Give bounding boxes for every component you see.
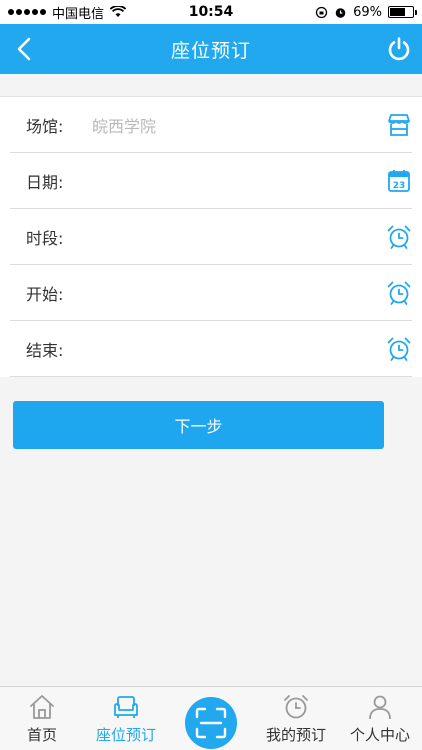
booking-form: 场馆: 皖西学院 日期: 23 时段: 开始: 结束:	[0, 96, 422, 377]
status-bar: 中国电信 10:54 69%	[0, 0, 422, 24]
battery-fill	[390, 8, 406, 16]
power-icon	[388, 37, 410, 61]
scan-icon	[195, 707, 227, 739]
tab-my-bookings-label: 我的预订	[265, 726, 326, 744]
alarm-clock-icon[interactable]	[386, 336, 412, 362]
status-left: 中国电信	[8, 3, 127, 22]
nav-bar: 座位预订	[0, 24, 422, 74]
tab-home-label: 首页	[26, 726, 57, 744]
signal-strength-icon	[8, 9, 46, 15]
timeslot-label: 时段:	[26, 228, 64, 248]
power-button[interactable]	[384, 34, 414, 64]
calendar-icon[interactable]: 23	[386, 168, 412, 194]
end-label: 结束:	[26, 340, 64, 360]
rotation-lock-icon	[315, 6, 328, 18]
status-right: 69%	[315, 4, 417, 20]
person-icon	[369, 695, 391, 720]
alarm-clock-icon	[284, 695, 308, 719]
home-icon	[30, 695, 54, 719]
wifi-icon	[110, 6, 127, 17]
back-button[interactable]	[10, 35, 38, 63]
date-label: 日期:	[26, 172, 64, 192]
next-step-button[interactable]: 下一步	[13, 401, 384, 449]
tab-seat-booking[interactable]: 座位预订	[84, 687, 168, 750]
tab-profile[interactable]: 个人中心	[338, 687, 422, 750]
sofa-icon	[114, 696, 138, 718]
tab-profile-label: 个人中心	[349, 726, 410, 744]
chevron-left-icon	[17, 37, 31, 61]
venue-label: 场馆:	[26, 116, 64, 136]
alarm-clock-icon[interactable]	[386, 280, 412, 306]
calendar-day-number: 23	[393, 181, 406, 191]
timeslot-row[interactable]: 时段:	[10, 209, 412, 265]
carrier-name: 中国电信	[52, 6, 105, 22]
alarm-icon	[335, 7, 346, 18]
scan-button[interactable]	[185, 697, 237, 749]
start-label: 开始:	[26, 284, 64, 304]
alarm-clock-icon[interactable]	[386, 224, 412, 250]
end-row[interactable]: 结束:	[10, 321, 412, 377]
page-title: 座位预订	[170, 39, 251, 62]
tab-home[interactable]: 首页	[0, 687, 84, 750]
battery-percentage: 69%	[353, 4, 382, 20]
date-row[interactable]: 日期: 23	[10, 153, 412, 209]
battery-icon	[388, 6, 417, 18]
start-row[interactable]: 开始:	[10, 265, 412, 321]
venue-value[interactable]: 皖西学院	[92, 113, 412, 137]
tab-my-bookings[interactable]: 我的预订	[254, 687, 338, 750]
storefront-icon[interactable]	[386, 112, 412, 138]
tab-seat-booking-label: 座位预订	[95, 726, 156, 744]
venue-row[interactable]: 场馆: 皖西学院	[10, 97, 412, 153]
